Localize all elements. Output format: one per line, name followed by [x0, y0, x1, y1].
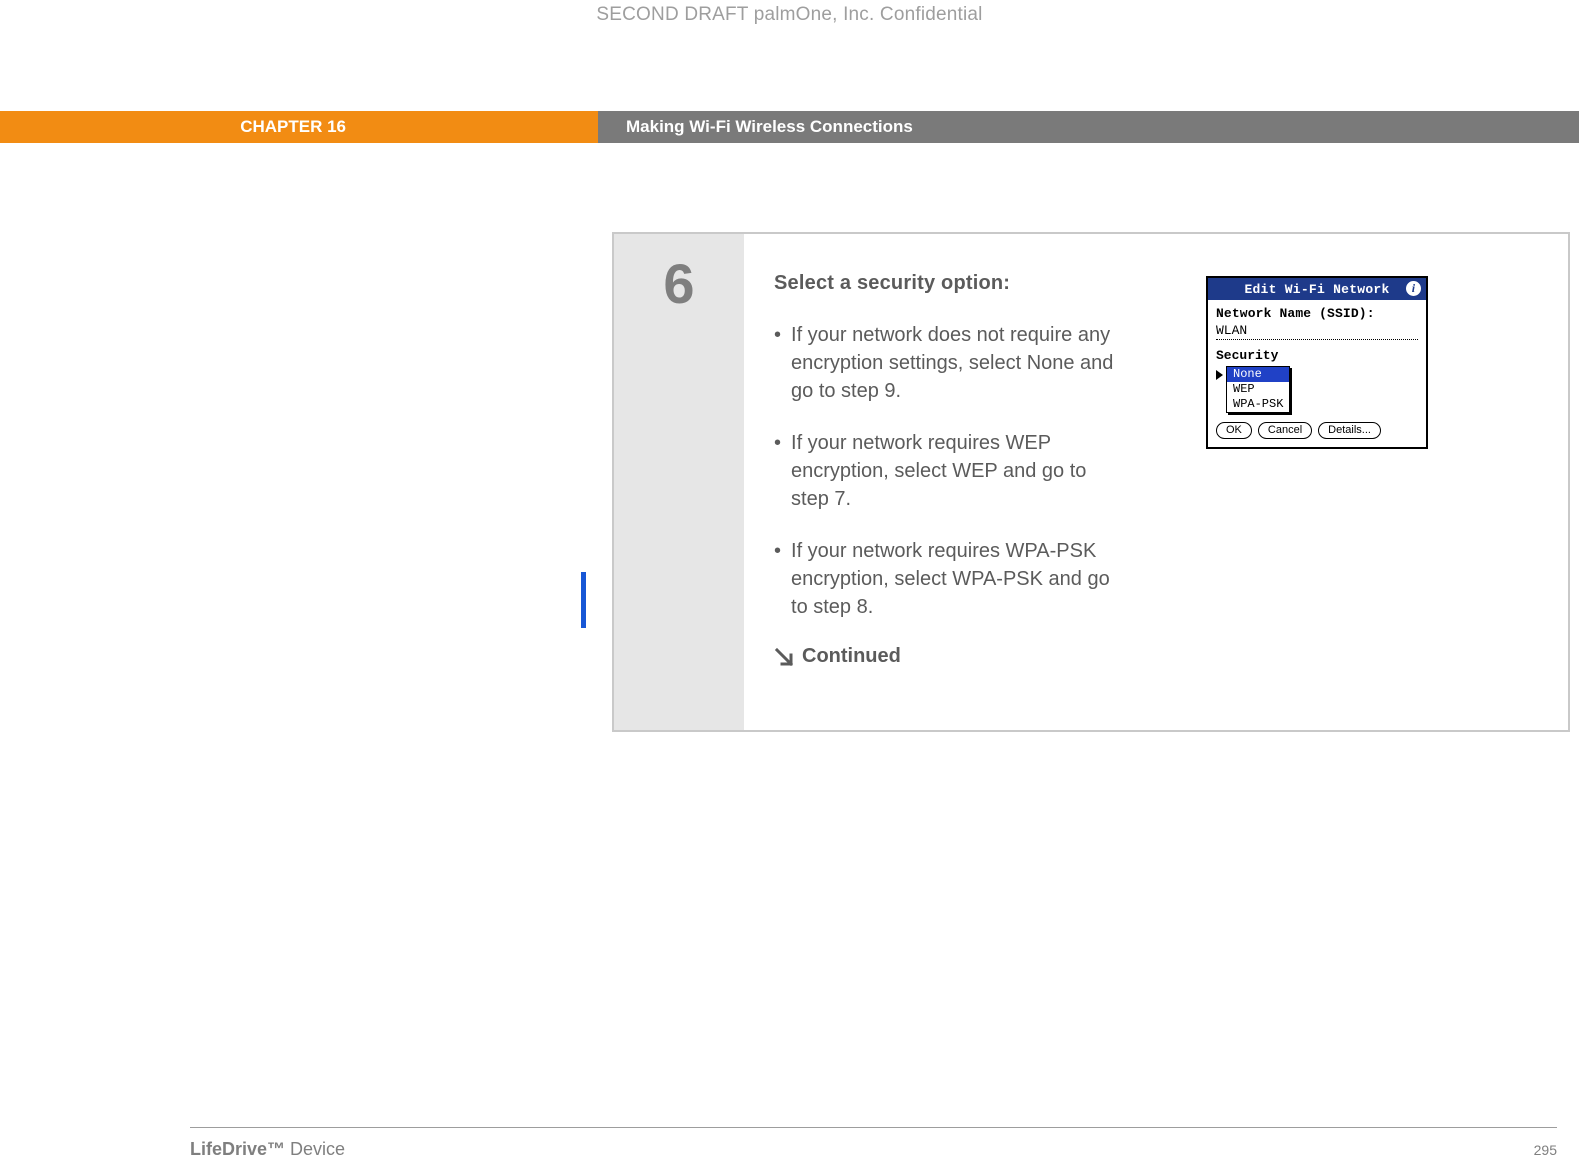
page: SECOND DRAFT palmOne, Inc. Confidential …: [0, 0, 1579, 1174]
palm-buttons: OK Cancel Details...: [1216, 422, 1418, 439]
bullet-text: If your network requires WEP encryption,…: [791, 429, 1114, 513]
bullet-icon: •: [774, 429, 781, 513]
cancel-button[interactable]: Cancel: [1258, 422, 1312, 439]
list-item: •If your network requires WEP encryption…: [774, 429, 1114, 513]
ok-button[interactable]: OK: [1216, 422, 1252, 439]
palm-titlebar: Edit Wi-Fi Network i: [1208, 278, 1426, 300]
info-icon[interactable]: i: [1406, 281, 1421, 296]
palm-title-text: Edit Wi-Fi Network: [1244, 282, 1389, 297]
chapter-label: CHAPTER 16: [240, 117, 346, 137]
chapter-bar: CHAPTER 16: [0, 111, 598, 143]
palm-body: Network Name (SSID): WLAN Security None …: [1208, 300, 1426, 447]
list-item: •If your network does not require any en…: [774, 321, 1114, 405]
continued-label: Continued: [802, 645, 901, 668]
palm-screenshot: Edit Wi-Fi Network i Network Name (SSID)…: [1206, 276, 1428, 449]
bullet-icon: •: [774, 537, 781, 621]
dropdown-option-wep[interactable]: WEP: [1227, 382, 1289, 397]
footer-rule: [190, 1127, 1557, 1128]
ssid-field[interactable]: WLAN: [1216, 323, 1418, 340]
arrow-down-right-icon: [774, 647, 794, 667]
footer-product: LifeDrive™ Device: [190, 1139, 345, 1160]
dropdown-arrow-icon: [1216, 370, 1223, 380]
security-label: Security: [1216, 348, 1418, 363]
security-dropdown[interactable]: None WEP WPA-PSK: [1216, 366, 1418, 412]
bullet-icon: •: [774, 321, 781, 405]
chapter-title: Making Wi-Fi Wireless Connections: [626, 117, 913, 137]
footer-product-bold: LifeDrive™: [190, 1139, 290, 1159]
step-number: 6: [663, 256, 694, 730]
change-mark: [581, 572, 586, 628]
ssid-label: Network Name (SSID):: [1216, 306, 1418, 321]
dropdown-option-wpa-psk[interactable]: WPA-PSK: [1227, 397, 1289, 412]
bullet-text: If your network does not require any enc…: [791, 321, 1114, 405]
step-number-column: 6: [614, 234, 744, 730]
dropdown-list: None WEP WPA-PSK: [1226, 366, 1290, 413]
page-number: 295: [1534, 1142, 1557, 1158]
draft-header: SECOND DRAFT palmOne, Inc. Confidential: [0, 4, 1579, 26]
list-item: •If your network requires WPA-PSK encryp…: [774, 537, 1114, 621]
dropdown-option-none[interactable]: None: [1227, 367, 1289, 382]
bullet-text: If your network requires WPA-PSK encrypt…: [791, 537, 1114, 621]
footer-product-rest: Device: [290, 1139, 345, 1159]
title-bar: Making Wi-Fi Wireless Connections: [598, 111, 1579, 143]
continued-indicator: Continued: [774, 645, 1538, 668]
details-button[interactable]: Details...: [1318, 422, 1381, 439]
step-body: Select a security option: •If your netwo…: [744, 234, 1568, 730]
step-box: 6 Select a security option: •If your net…: [612, 232, 1570, 732]
